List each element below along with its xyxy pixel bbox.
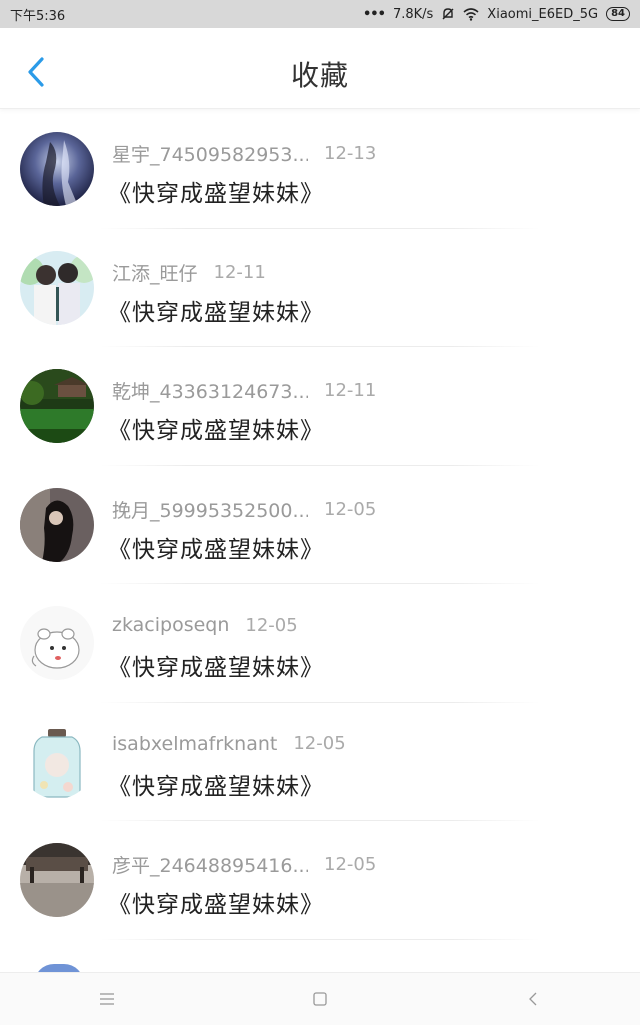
username[interactable]: 江添_旺仔 bbox=[112, 259, 198, 286]
book-title[interactable]: 《快穿成盛望妹妹》 bbox=[108, 648, 324, 682]
app-header: 收藏 bbox=[0, 28, 640, 109]
menu-button[interactable] bbox=[77, 979, 137, 1019]
avatar[interactable] bbox=[20, 606, 94, 680]
book-title[interactable]: 《快穿成盛望妹妹》 bbox=[108, 174, 324, 208]
username[interactable]: 乾坤_43363124673... bbox=[112, 377, 308, 404]
item-meta: zkaciposeqn 12-05 bbox=[112, 614, 298, 636]
status-bar: 下午5:36 ••• 7.8K/s Xiaomi_E6ED_5G 84 bbox=[0, 0, 640, 28]
battery-icon: 84 bbox=[606, 7, 630, 21]
book-title[interactable]: 《快穿成盛望妹妹》 bbox=[108, 293, 324, 327]
system-nav-bar bbox=[0, 972, 640, 1025]
username[interactable]: 星宇_74509582953... bbox=[112, 140, 308, 167]
item-date: 12-05 bbox=[293, 733, 346, 754]
book-title[interactable]: 《快穿成盛望妹妹》 bbox=[108, 767, 324, 801]
avatar[interactable] bbox=[20, 724, 94, 799]
book-title[interactable]: 《快穿成盛望妹妹》 bbox=[108, 411, 324, 445]
item-meta: 江添_旺仔 12-11 bbox=[112, 259, 266, 286]
book-title[interactable]: 《快穿成盛望妹妹》 bbox=[108, 530, 324, 564]
muted-bell-icon bbox=[441, 7, 455, 21]
item-meta: 彦平_24648895416... 12-05 bbox=[112, 851, 376, 878]
list-item[interactable]: zkaciposeqn 12-05 《快穿成盛望妹妹》 bbox=[0, 584, 640, 703]
list-item[interactable]: 星宇_74509582953... 12-13 《快穿成盛望妹妹》 bbox=[0, 110, 640, 229]
avatar[interactable] bbox=[20, 250, 94, 325]
avatar[interactable] bbox=[20, 132, 94, 206]
item-meta: 挽月_59995352500... 12-05 bbox=[112, 496, 376, 523]
system-back-button[interactable] bbox=[503, 979, 563, 1019]
wifi-icon bbox=[463, 7, 479, 21]
list-item[interactable]: 彦平_24648895416... 12-05 《快穿成盛望妹妹》 bbox=[0, 821, 640, 940]
username[interactable]: zkaciposeqn bbox=[112, 614, 229, 636]
page-title: 收藏 bbox=[290, 59, 349, 92]
item-meta: 乾坤_43363124673... 12-11 bbox=[112, 377, 376, 404]
network-speed: 7.8K/s bbox=[392, 6, 434, 22]
list-item[interactable]: isabxelmafrknant 12-05 《快穿成盛望妹妹》 bbox=[0, 703, 640, 821]
item-date: 12-11 bbox=[324, 380, 377, 401]
signal-dots-icon: ••• bbox=[363, 6, 386, 22]
favorites-list: 星宇_74509582953... 12-13 《快穿成盛望妹妹》 江添_旺仔 … bbox=[0, 110, 640, 940]
list-item[interactable]: 挽月_59995352500... 12-05 《快穿成盛望妹妹》 bbox=[0, 466, 640, 584]
book-title[interactable]: 《快穿成盛望妹妹》 bbox=[108, 885, 324, 919]
list-item[interactable]: 江添_旺仔 12-11 《快穿成盛望妹妹》 bbox=[0, 229, 640, 347]
username[interactable]: isabxelmafrknant bbox=[112, 733, 277, 755]
item-date: 12-13 bbox=[324, 143, 377, 164]
avatar[interactable] bbox=[20, 487, 94, 562]
avatar[interactable] bbox=[20, 369, 94, 443]
item-meta: 星宇_74509582953... 12-13 bbox=[112, 140, 376, 167]
avatar[interactable] bbox=[20, 843, 94, 917]
username[interactable]: 彦平_24648895416... bbox=[112, 851, 308, 878]
status-right: ••• 7.8K/s Xiaomi_E6ED_5G 84 bbox=[363, 7, 630, 22]
list-item[interactable]: 乾坤_43363124673... 12-11 《快穿成盛望妹妹》 bbox=[0, 347, 640, 466]
username[interactable]: 挽月_59995352500... bbox=[112, 496, 308, 523]
divider bbox=[100, 938, 540, 940]
item-date: 12-11 bbox=[213, 261, 266, 283]
status-time: 下午5:36 bbox=[10, 8, 66, 24]
item-date: 12-05 bbox=[324, 498, 377, 520]
home-square-icon bbox=[313, 992, 327, 1006]
menu-icon bbox=[99, 993, 114, 1005]
back-chevron-icon bbox=[529, 992, 537, 1006]
item-meta: isabxelmafrknant 12-05 bbox=[112, 733, 346, 755]
item-date: 12-05 bbox=[245, 614, 298, 636]
item-date: 12-05 bbox=[324, 854, 377, 875]
wifi-network-name: Xiaomi_E6ED_5G bbox=[487, 6, 599, 22]
home-button[interactable] bbox=[290, 979, 350, 1019]
